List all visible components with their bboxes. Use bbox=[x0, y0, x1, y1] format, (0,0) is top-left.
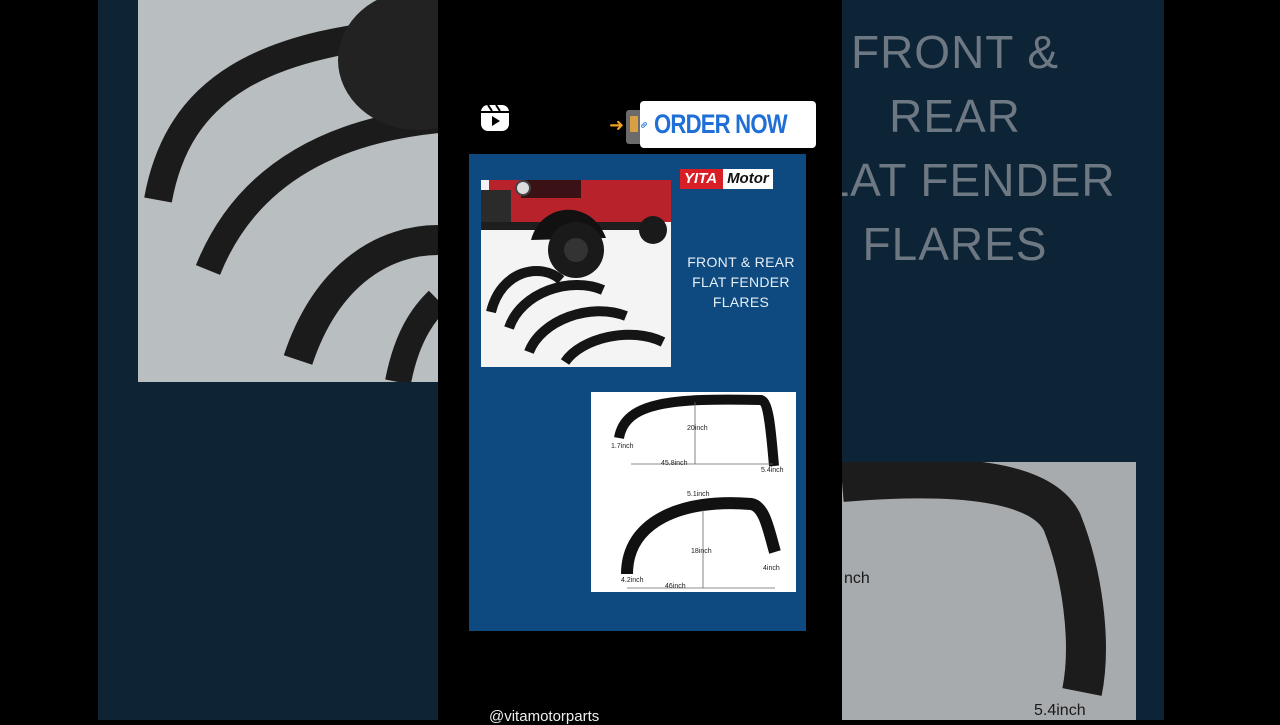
background-left-blur bbox=[98, 0, 438, 720]
dim-bottom-height: 18inch bbox=[691, 548, 712, 555]
dim-bottom-left: 4.2inch bbox=[621, 577, 644, 584]
dim-top-height: 20inch bbox=[687, 425, 708, 432]
headline-line-2: FLAT FENDER bbox=[692, 274, 790, 290]
background-dim-partial: nch bbox=[844, 570, 870, 587]
order-now-button[interactable]: ORDER NOW bbox=[640, 101, 816, 148]
background-left-photo bbox=[138, 0, 438, 382]
dim-top-right: 5.4inch bbox=[761, 467, 784, 474]
background-headline: FRONT & REAR FLAT FENDER FLARES bbox=[842, 26, 1116, 270]
arrow-right-icon: ➜ bbox=[609, 115, 625, 135]
link-icon bbox=[641, 121, 647, 128]
brand-logo: YITA Motor bbox=[680, 169, 803, 189]
dim-bottom-right: 4inch bbox=[763, 565, 780, 572]
background-right-blur: FRONT & REAR FLAT FENDER FLARES nch 5.4i… bbox=[842, 0, 1164, 720]
dim-bottom-top: 5.1inch bbox=[687, 491, 710, 498]
order-now-label: ORDER NOW bbox=[654, 109, 788, 139]
jeep-illustration bbox=[481, 180, 671, 367]
brand-logo-part1: YITA bbox=[680, 169, 724, 189]
jeep-product-photo bbox=[481, 180, 671, 367]
dimensions-diagram: 20inch 45.8inch 1.7inch 5.4inch 5.1inch … bbox=[591, 392, 796, 592]
headline-line-1: FRONT & REAR bbox=[687, 254, 795, 270]
dim-top-width: 45.8inch bbox=[661, 460, 688, 467]
background-dim-bottom: 5.4inch bbox=[1034, 702, 1086, 719]
headline-line-3: FLARES bbox=[712, 294, 770, 310]
reels-icon[interactable] bbox=[479, 102, 511, 134]
dim-bottom-width: 46inch bbox=[665, 583, 686, 590]
background-left-flares bbox=[144, 0, 438, 382]
dim-top-left: 1.7inch bbox=[611, 443, 634, 450]
background-right-photo: nch 5.4inch bbox=[842, 462, 1136, 720]
product-headline: FRONT & REAR FLAT FENDER FLARES bbox=[680, 252, 802, 312]
brand-logo-part2: Motor bbox=[723, 169, 773, 189]
account-handle[interactable]: @vitamotorparts bbox=[489, 708, 599, 725]
background-right-flare bbox=[842, 462, 1106, 696]
